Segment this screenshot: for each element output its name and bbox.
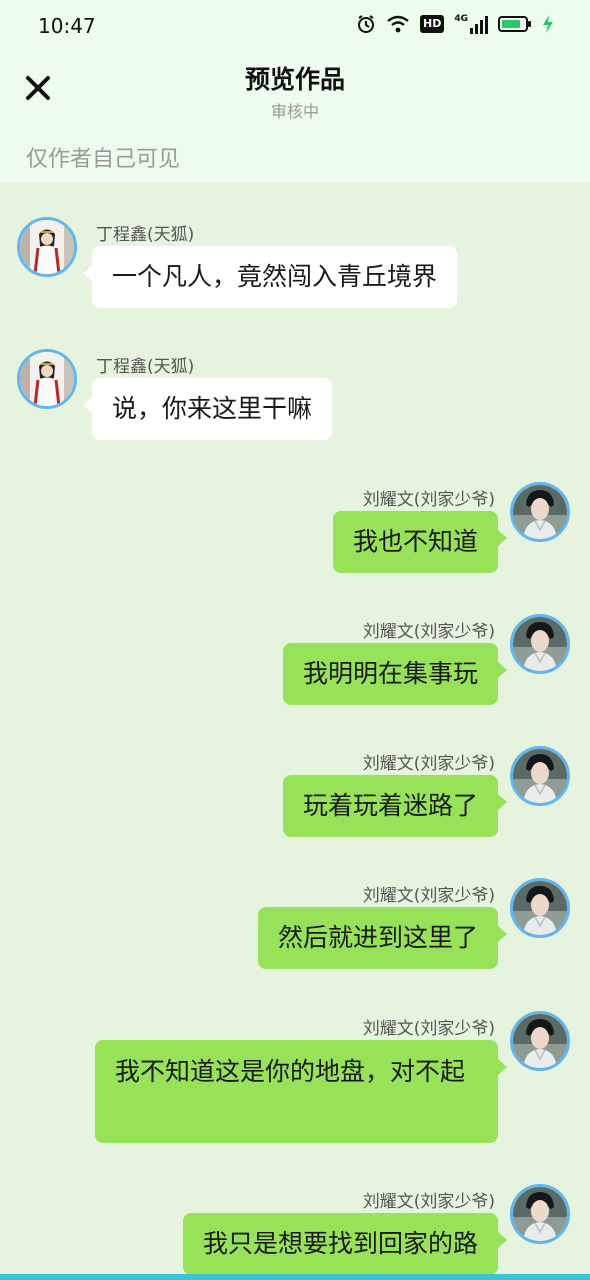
message-bubble[interactable]: 我不知道这是你的地盘，对不起: [95, 1040, 507, 1143]
sender-name: 刘耀文(刘家少爷): [362, 1019, 495, 1039]
avatar[interactable]: [17, 217, 77, 277]
message-bubble[interactable]: 我也不知道: [332, 511, 508, 573]
avatar[interactable]: [510, 482, 570, 542]
message-bubble[interactable]: 说，你来这里干嘛: [82, 378, 333, 440]
message-bubble[interactable]: 我只是想要找到回家的路: [182, 1213, 508, 1275]
bottom-edge-bar: [0, 1274, 590, 1280]
status-icons: HD 4G: [356, 14, 554, 34]
alarm-icon: [358, 15, 374, 33]
message-bubble[interactable]: 玩着玩着迷路了: [282, 775, 508, 837]
avatar[interactable]: [510, 746, 570, 806]
sender-name: 刘耀文(刘家少爷): [362, 490, 495, 510]
avatar[interactable]: [510, 1011, 570, 1071]
avatar[interactable]: [17, 349, 77, 409]
network-label: 4G: [454, 14, 468, 24]
charging-icon: [543, 15, 553, 33]
avatar[interactable]: [510, 614, 570, 674]
hd-icon: HD: [420, 15, 445, 33]
avatar[interactable]: [510, 878, 570, 938]
sender-name: 丁程鑫(天狐): [96, 225, 195, 245]
status-time: 10:47: [38, 14, 96, 38]
battery-icon: [498, 16, 531, 32]
sender-name: 刘耀文(刘家少爷): [362, 886, 495, 906]
avatar[interactable]: [510, 1184, 570, 1244]
sender-name: 刘耀文(刘家少爷): [362, 754, 495, 774]
sender-name: 刘耀文(刘家少爷): [362, 1192, 495, 1212]
message-bubble[interactable]: 然后就进到这里了: [257, 907, 508, 969]
message-bubble[interactable]: 我明明在集事玩: [282, 643, 508, 705]
visibility-note: 仅作者自己可见: [26, 147, 181, 172]
sender-name: 刘耀文(刘家少爷): [362, 622, 495, 642]
message-bubble[interactable]: 一个凡人，竟然闯入青丘境界: [82, 246, 458, 308]
sender-name: 丁程鑫(天狐): [96, 357, 195, 377]
review-status: 审核中: [270, 102, 319, 121]
page-title: 预览作品: [244, 65, 345, 94]
wifi-icon: [387, 15, 409, 33]
signal-4g-icon: 4G: [454, 14, 488, 34]
top-bar: 10:47 HD 4G 预览作品 审核中 仅作者自己可见: [0, 0, 590, 183]
